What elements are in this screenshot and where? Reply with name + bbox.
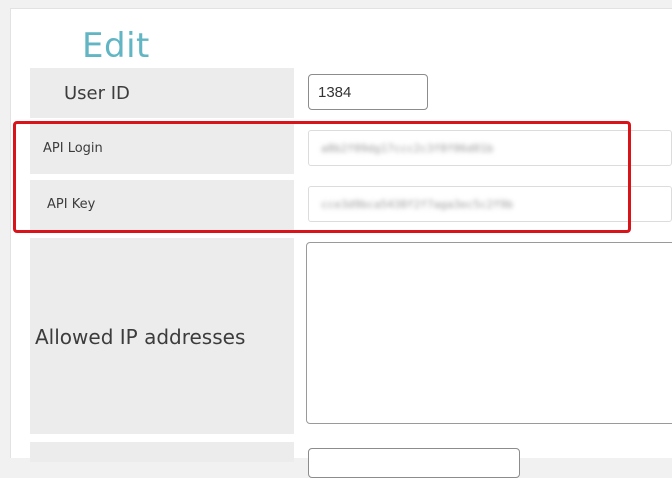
- user-id-label: User ID: [64, 83, 130, 104]
- page-title: Edit: [82, 26, 150, 66]
- next-row-input[interactable]: [308, 448, 520, 478]
- allowed-ip-textarea[interactable]: [306, 242, 672, 424]
- highlight-box: [13, 121, 631, 233]
- user-id-label-cell: User ID: [30, 68, 294, 118]
- allowed-ip-label: Allowed IP addresses: [35, 325, 246, 349]
- allowed-ip-label-cell: Allowed IP addresses: [30, 238, 294, 434]
- user-id-input[interactable]: [308, 74, 428, 110]
- next-row-label-cell: [30, 442, 294, 462]
